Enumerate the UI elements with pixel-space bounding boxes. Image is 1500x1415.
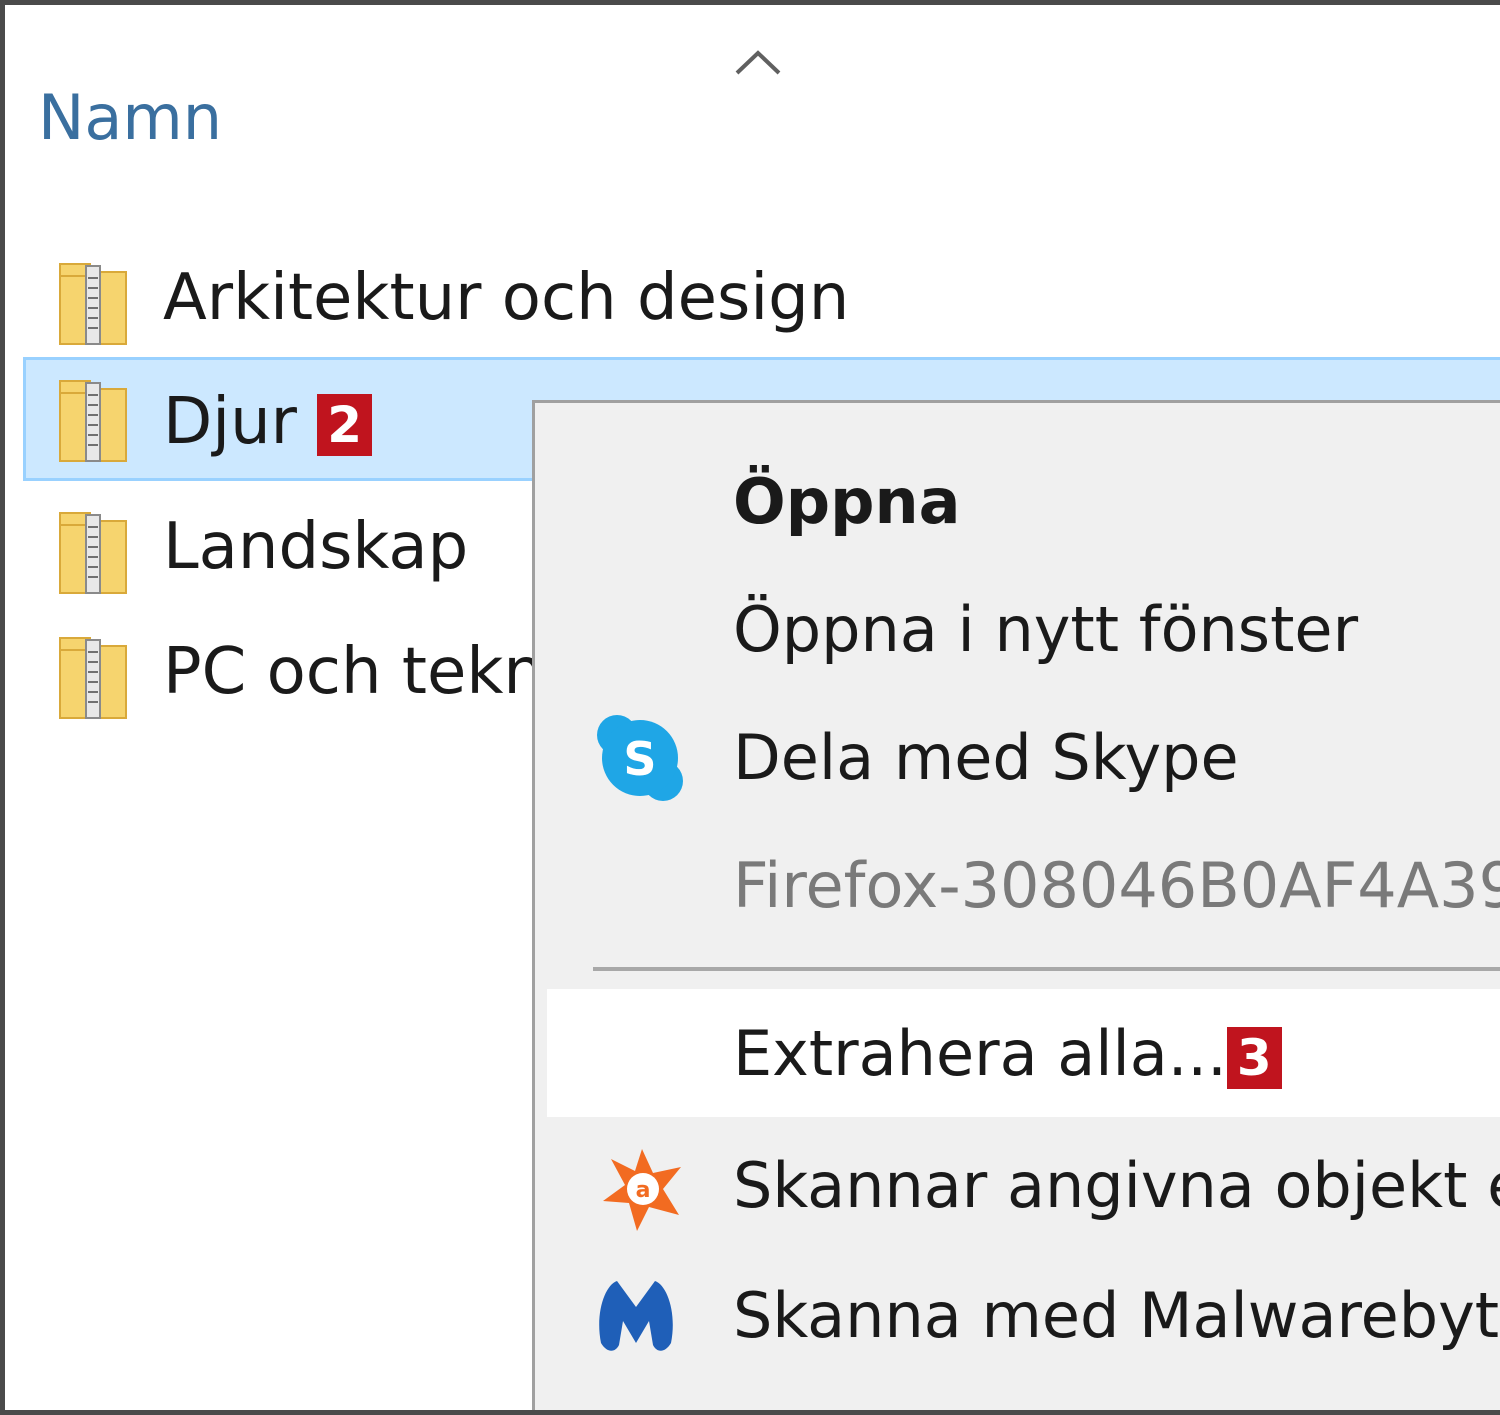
menu-item-label: Extrahera alla... 3 (733, 1023, 1282, 1089)
avast-icon: a (603, 1149, 681, 1231)
zip-folder-icon (59, 380, 127, 462)
svg-text:a: a (636, 1178, 651, 1203)
menu-item-open[interactable]: Öppna (535, 439, 1500, 567)
zip-folder-icon (59, 637, 127, 719)
menu-item-label: Skanna med Malwarebyte (733, 1279, 1500, 1352)
file-name: PC och tekni (163, 635, 562, 709)
step-badge: 2 (317, 394, 373, 456)
column-header-name[interactable]: Namn (38, 87, 222, 149)
malwarebytes-icon (599, 1281, 673, 1351)
menu-item-firefox: Firefox-308046B0AF4A39 (535, 823, 1500, 951)
context-menu: Öppna Öppna i nytt fönster S Dela med Sk… (532, 400, 1500, 1410)
menu-item-label: Firefox-308046B0AF4A39 (733, 849, 1500, 922)
menu-item-open-new-window[interactable]: Öppna i nytt fönster (535, 567, 1500, 695)
menu-item-label: Öppna i nytt fönster (733, 593, 1359, 666)
menu-item-share-skype[interactable]: S Dela med Skype (535, 695, 1500, 823)
svg-text:S: S (623, 732, 656, 786)
file-name: Landskap (163, 510, 469, 584)
zip-folder-icon (59, 263, 127, 345)
menu-item-avast-scan[interactable]: a Skannar angivna objekt e (535, 1123, 1500, 1251)
file-name: Arkitektur och design (163, 261, 850, 335)
menu-item-extract-all[interactable]: Extrahera alla... 3 (547, 989, 1500, 1117)
step-badge: 3 (1226, 1027, 1282, 1089)
file-row-arkitektur[interactable]: Arkitektur och design (23, 240, 1500, 364)
menu-item-label: Skannar angivna objekt e (733, 1149, 1500, 1222)
zip-folder-icon (59, 512, 127, 594)
menu-item-label: Dela med Skype (733, 721, 1239, 794)
file-name: Djur 2 (163, 390, 373, 456)
file-explorer-view: Namn Arkitektur och design Djur 2 Landsk… (0, 0, 1500, 1415)
menu-item-label: Öppna (733, 465, 961, 538)
sort-ascending-icon[interactable] (733, 47, 783, 77)
menu-separator (593, 967, 1500, 971)
menu-item-malwarebytes-scan[interactable]: Skanna med Malwarebyte (535, 1253, 1500, 1381)
skype-icon: S (597, 715, 683, 801)
